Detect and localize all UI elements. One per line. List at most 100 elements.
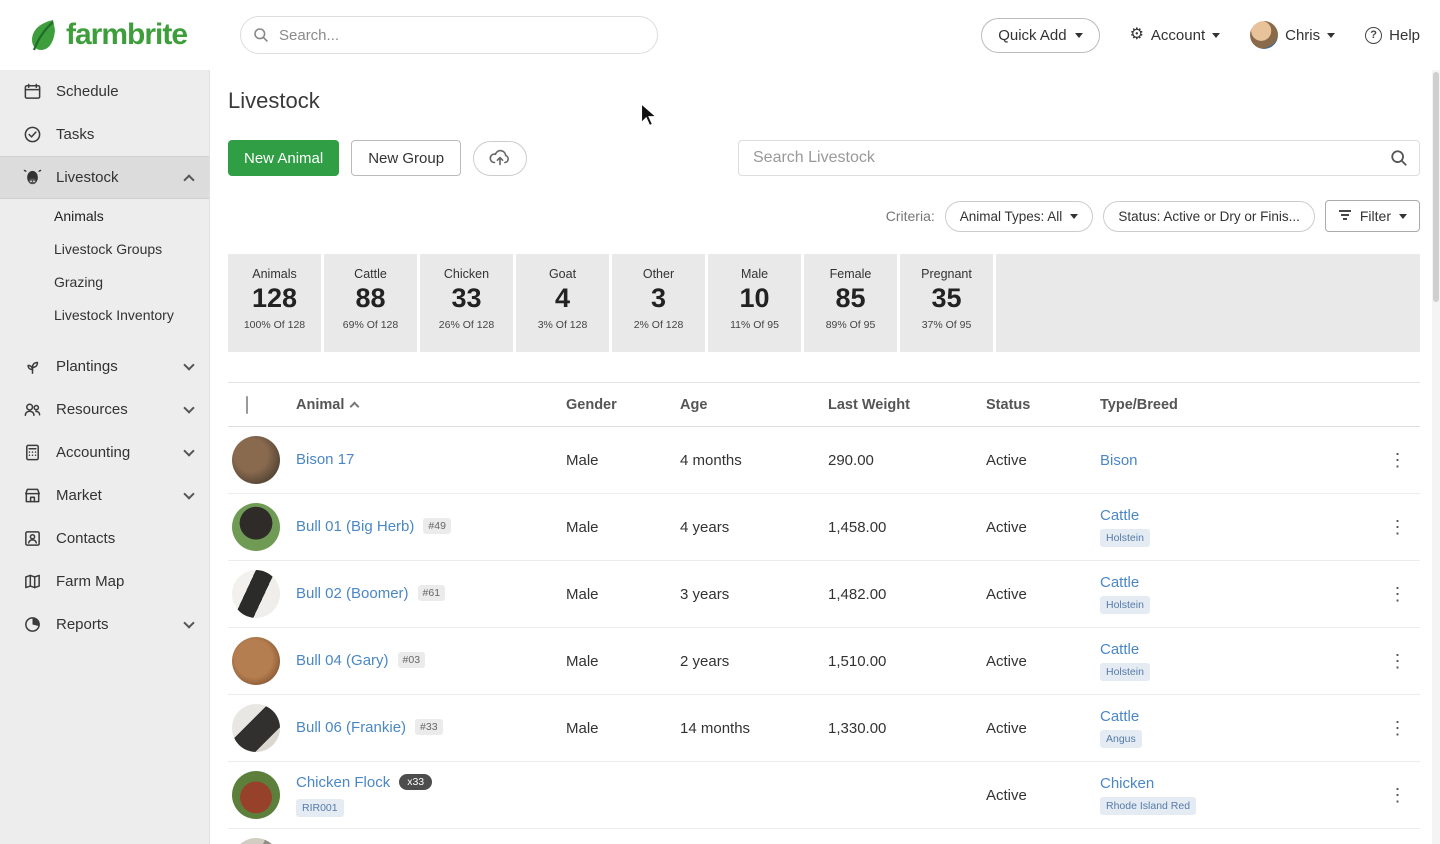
calculator-icon bbox=[22, 443, 42, 462]
stat-cattle[interactable]: Cattle 88 69% Of 128 bbox=[324, 254, 420, 352]
sidebar-item-livestock[interactable]: Livestock bbox=[0, 156, 209, 199]
column-header-animal[interactable]: Animal bbox=[296, 397, 566, 413]
import-upload-button[interactable] bbox=[473, 140, 528, 176]
sidebar-item-livestock-groups[interactable]: Livestock Groups bbox=[0, 232, 209, 265]
stat-female[interactable]: Female 85 89% Of 95 bbox=[804, 254, 900, 352]
row-menu-button[interactable]: ⋮ bbox=[1376, 518, 1420, 536]
row-menu-button[interactable]: ⋮ bbox=[1376, 786, 1420, 804]
stat-chicken[interactable]: Chicken 33 26% Of 128 bbox=[420, 254, 516, 352]
sidebar-item-market[interactable]: Market bbox=[0, 474, 209, 517]
table-header: Animal Gender Age Last Weight Status Typ… bbox=[228, 383, 1420, 427]
chevron-down-icon bbox=[183, 487, 195, 500]
animal-link[interactable]: Bull 01 (Big Herb) bbox=[296, 518, 414, 535]
type-link[interactable]: Cattle bbox=[1100, 507, 1139, 524]
chevron-down-icon bbox=[183, 444, 195, 457]
row-menu-button[interactable]: ⋮ bbox=[1376, 652, 1420, 670]
sidebar-item-livestock-inventory[interactable]: Livestock Inventory bbox=[0, 298, 209, 331]
animal-link[interactable]: Bull 02 (Boomer) bbox=[296, 585, 409, 602]
row-menu-button[interactable]: ⋮ bbox=[1376, 451, 1420, 469]
help-menu[interactable]: ? Help bbox=[1365, 26, 1420, 44]
sidebar-item-reports[interactable]: Reports bbox=[0, 603, 209, 646]
sidebar-item-grazing[interactable]: Grazing bbox=[0, 265, 209, 298]
animal-avatar bbox=[232, 838, 280, 844]
store-icon bbox=[22, 486, 42, 505]
stat-pregnant[interactable]: Pregnant 35 37% Of 95 bbox=[900, 254, 996, 352]
scrollbar-thumb[interactable] bbox=[1433, 72, 1439, 302]
sidebar-item-tasks[interactable]: Tasks bbox=[0, 113, 209, 156]
status-badge: Active bbox=[986, 719, 1027, 737]
status-badge: Active bbox=[986, 585, 1027, 603]
top-bar: farmbrite Quick Add ⚙ Account Chris ? He… bbox=[0, 0, 1440, 70]
new-group-button[interactable]: New Group bbox=[351, 140, 462, 176]
sidebar-item-contacts[interactable]: Contacts bbox=[0, 517, 209, 560]
vertical-scrollbar[interactable] bbox=[1432, 70, 1440, 844]
table-row[interactable]: Bull 01 (Big Herb) #49 Male 4 years 1,458… bbox=[228, 494, 1420, 561]
sidebar-item-animals[interactable]: Animals bbox=[0, 199, 209, 232]
animal-avatar bbox=[232, 771, 280, 819]
farmbrite-logo[interactable]: farmbrite bbox=[26, 17, 240, 53]
sidebar-item-farm-map[interactable]: Farm Map bbox=[0, 560, 209, 603]
tag-badge: #49 bbox=[423, 518, 451, 534]
table-row[interactable]: Bull 04 (Gary) #03 Male 2 years 1,510.00 … bbox=[228, 628, 1420, 695]
stat-other[interactable]: Other 3 2% Of 128 bbox=[612, 254, 708, 352]
help-icon: ? bbox=[1365, 26, 1383, 44]
sidebar-item-accounting[interactable]: Accounting bbox=[0, 431, 209, 474]
search-icon bbox=[253, 27, 269, 48]
type-link[interactable]: Bison bbox=[1100, 452, 1138, 469]
filter-button[interactable]: Filter bbox=[1324, 200, 1420, 232]
sidebar-item-plantings[interactable]: Plantings bbox=[0, 345, 209, 388]
chevron-down-icon bbox=[183, 616, 195, 629]
stat-goat[interactable]: Goat 4 3% Of 128 bbox=[516, 254, 612, 352]
status-filter[interactable]: Status: Active or Dry or Finis... bbox=[1103, 200, 1315, 232]
animal-link[interactable]: Bull 06 (Frankie) bbox=[296, 719, 406, 736]
sidebar-item-resources[interactable]: Resources bbox=[0, 388, 209, 431]
table-row[interactable]: Bull 06 (Frankie) #33 Male 14 months 1,33… bbox=[228, 695, 1420, 762]
animal-types-filter[interactable]: Animal Types: All bbox=[944, 200, 1094, 232]
gear-icon: ⚙ bbox=[1129, 26, 1144, 43]
chevron-down-icon bbox=[1070, 213, 1079, 219]
check-circle-icon bbox=[22, 125, 42, 144]
tag-badge: RIR001 bbox=[296, 798, 344, 817]
type-link[interactable]: Cattle bbox=[1100, 574, 1139, 591]
animal-avatar bbox=[232, 704, 280, 752]
table-row[interactable]: Chicken Flock x33 RIR001 Active Chicken R… bbox=[228, 762, 1420, 829]
global-search-input[interactable] bbox=[240, 16, 658, 54]
column-header-age[interactable]: Age bbox=[680, 397, 828, 413]
user-menu[interactable]: Chris bbox=[1250, 21, 1336, 49]
type-link[interactable]: Cattle bbox=[1100, 708, 1139, 725]
type-link[interactable]: Cattle bbox=[1100, 641, 1139, 658]
animal-link[interactable]: Chicken Flock bbox=[296, 774, 390, 791]
livestock-table: Animal Gender Age Last Weight Status Typ… bbox=[228, 382, 1420, 844]
sidebar-item-schedule[interactable]: Schedule bbox=[0, 70, 209, 113]
cloud-upload-icon bbox=[488, 147, 512, 170]
account-menu[interactable]: ⚙ Account bbox=[1130, 27, 1221, 44]
animal-link[interactable]: Bull 04 (Gary) bbox=[296, 652, 389, 669]
stat-male[interactable]: Male 10 11% Of 95 bbox=[708, 254, 804, 352]
column-header-type-breed[interactable]: Type/Breed bbox=[1100, 397, 1376, 413]
column-header-gender[interactable]: Gender bbox=[566, 397, 680, 413]
select-all-checkbox[interactable] bbox=[246, 395, 248, 414]
stats-strip: Animals 128 100% Of 128 Cattle 88 69% Of… bbox=[228, 254, 1420, 352]
table-row[interactable]: Cow 2#2 Female 4 years 1,208.00 Active C… bbox=[228, 829, 1420, 844]
table-row[interactable]: Bison 17 Male 4 months 290.00 Active Bis… bbox=[228, 427, 1420, 494]
breed-badge: Rhode Island Red bbox=[1100, 797, 1197, 815]
map-icon bbox=[22, 572, 42, 591]
new-animal-button[interactable]: New Animal bbox=[228, 140, 340, 176]
stat-animals[interactable]: Animals 128 100% Of 128 bbox=[228, 254, 324, 352]
chevron-down-icon bbox=[1399, 213, 1407, 219]
type-link[interactable]: Chicken bbox=[1100, 775, 1154, 792]
table-row[interactable]: Bull 02 (Boomer) #61 Male 3 years 1,482.0… bbox=[228, 561, 1420, 628]
chevron-down-icon bbox=[1074, 32, 1083, 38]
status-badge: Active bbox=[986, 652, 1027, 670]
column-header-last-weight[interactable]: Last Weight bbox=[828, 397, 986, 413]
livestock-search-input[interactable] bbox=[738, 140, 1420, 176]
quick-add-button[interactable]: Quick Add bbox=[981, 17, 1100, 53]
row-menu-button[interactable]: ⋮ bbox=[1376, 719, 1420, 737]
animal-link[interactable]: Bison 17 bbox=[296, 451, 354, 468]
row-menu-button[interactable]: ⋮ bbox=[1376, 585, 1420, 603]
search-icon[interactable] bbox=[1390, 149, 1408, 172]
column-header-status[interactable]: Status bbox=[986, 397, 1100, 413]
animal-avatar bbox=[232, 436, 280, 484]
animal-avatar bbox=[232, 503, 280, 551]
people-icon bbox=[22, 400, 42, 419]
